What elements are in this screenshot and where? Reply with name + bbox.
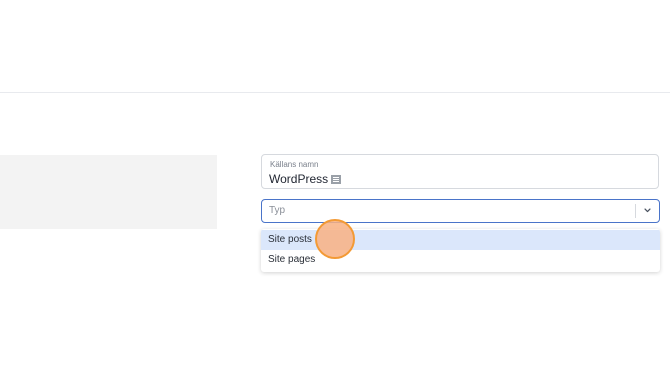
header-divider [0,92,670,93]
type-select[interactable]: Typ [261,199,660,223]
select-separator [635,204,636,218]
type-placeholder: Typ [269,205,286,216]
page: Källans namn WordPress Typ Site posts Si… [0,0,670,374]
source-name-value[interactable]: WordPress [269,172,342,186]
left-placeholder-panel [0,155,217,229]
source-name-text: WordPress [269,172,329,186]
chevron-down-icon[interactable] [644,207,651,214]
source-name-label: Källans namn [270,160,319,169]
click-indicator [315,219,355,259]
source-name-field[interactable]: Källans namn WordPress [261,154,659,189]
newspaper-icon [331,175,342,184]
